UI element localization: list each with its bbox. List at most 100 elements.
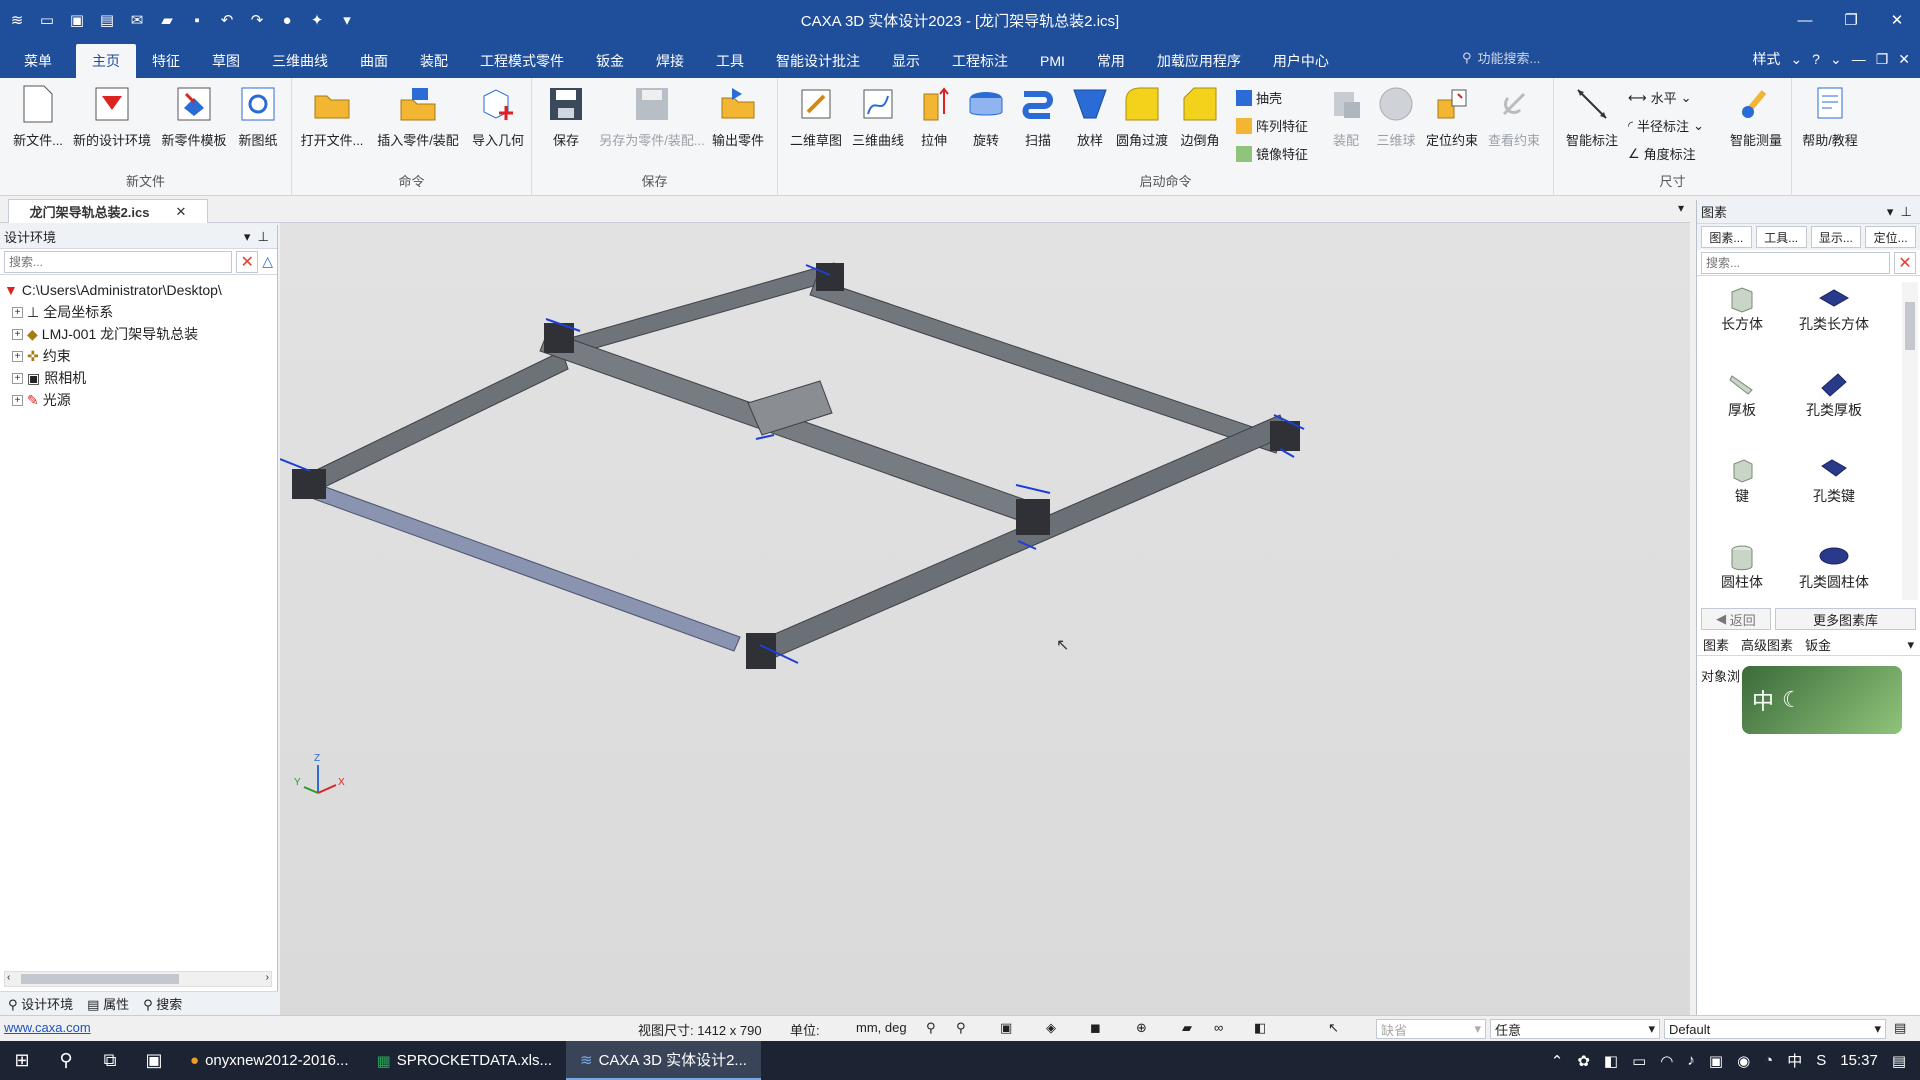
- tree-item-global-coords[interactable]: + ⊥ 全局坐标系: [4, 301, 273, 323]
- doc-tab-active[interactable]: 龙门架导轨总装2.ics ✕: [8, 199, 208, 223]
- view-cube-icon[interactable]: ▣: [1000, 1020, 1012, 1036]
- network-icon[interactable]: ◠: [1660, 1052, 1673, 1070]
- unit-value[interactable]: mm, deg: [856, 1020, 907, 1035]
- search-icon[interactable]: ⚲: [44, 1041, 88, 1080]
- tree-item-camera[interactable]: + ▣ 照相机: [4, 367, 273, 389]
- library-tool-button[interactable]: 工具...: [1755, 226, 1807, 248]
- battery-icon[interactable]: ▭: [1632, 1052, 1646, 1070]
- 2d-sketch-button[interactable]: 二维草图: [782, 84, 850, 149]
- qq-icon[interactable]: ◔: [1764, 1052, 1773, 1069]
- ribbon-minimize-icon[interactable]: —: [1852, 51, 1866, 67]
- expand-icon[interactable]: +: [12, 350, 23, 362]
- tab-3d-curve[interactable]: 三维曲线: [256, 44, 344, 78]
- tray-app-icon[interactable]: ◧: [1604, 1052, 1618, 1070]
- status-settings-icon[interactable]: ▤: [1894, 1020, 1906, 1036]
- pointer-mode-icon[interactable]: ↖: [1328, 1020, 1339, 1036]
- lib-item-box[interactable]: 长方体: [1697, 284, 1787, 334]
- doc-tabs-dropdown-icon[interactable]: ▾: [1678, 201, 1684, 215]
- magic-icon[interactable]: ✦: [306, 9, 328, 31]
- tab-search[interactable]: ⚲ 搜索: [143, 994, 182, 1013]
- ribbon-close-icon[interactable]: ✕: [1898, 51, 1910, 68]
- tab-sheet-metal-elements[interactable]: 钣金: [1805, 635, 1831, 654]
- tab-feature[interactable]: 特征: [136, 44, 196, 78]
- library-vertical-scrollbar[interactable]: [1902, 282, 1918, 600]
- 3d-viewport[interactable]: Z X Y ↖: [280, 223, 1690, 1015]
- task-view-icon[interactable]: ⧉: [88, 1041, 132, 1080]
- lib-item-hole-box[interactable]: 孔类长方体: [1789, 284, 1879, 334]
- scrollbar-thumb[interactable]: [21, 974, 179, 984]
- mirror-feature-button[interactable]: 镜像特征: [1236, 144, 1308, 163]
- ime-floating-widget[interactable]: 中 ☾: [1742, 666, 1902, 734]
- tab-design-env[interactable]: ⚲ 设计环境: [8, 994, 73, 1013]
- scroll-left-icon[interactable]: ‹: [7, 972, 10, 983]
- new-file-icon[interactable]: ▭: [36, 9, 58, 31]
- tray-app-icon[interactable]: ✿: [1577, 1052, 1590, 1070]
- selection-mode-select[interactable]: 任意 ▾: [1490, 1019, 1660, 1039]
- clock[interactable]: 15:37: [1840, 1052, 1878, 1069]
- tray-app-icon[interactable]: ▣: [1709, 1052, 1723, 1070]
- help-icon[interactable]: ?: [1812, 51, 1820, 67]
- new-file-button[interactable]: 新文件...: [4, 84, 72, 149]
- close-window-button[interactable]: ✕: [1874, 0, 1920, 40]
- save-icon[interactable]: ▪: [186, 9, 208, 31]
- lib-item-key[interactable]: 键: [1697, 456, 1787, 506]
- taskbar-app-excel[interactable]: ▦ SPROCKETDATA.xls...: [363, 1041, 566, 1080]
- tab-menu[interactable]: 菜单: [0, 44, 76, 78]
- more-libraries-button[interactable]: 更多图素库: [1775, 608, 1916, 630]
- minimize-button[interactable]: —: [1782, 0, 1828, 40]
- scroll-right-icon[interactable]: ›: [266, 972, 269, 983]
- filter-select[interactable]: 缺省 ▾: [1376, 1019, 1486, 1039]
- sphere-icon[interactable]: ●: [276, 9, 298, 31]
- save-as-part-button[interactable]: 另存为零件/装配...: [590, 84, 714, 149]
- tray-chevron-icon[interactable]: ⌃: [1551, 1052, 1564, 1070]
- library-tool-button[interactable]: 显示...: [1810, 226, 1862, 248]
- volume-icon[interactable]: ♪: [1687, 1052, 1695, 1069]
- tab-tools[interactable]: 工具: [700, 44, 760, 78]
- lib-item-hole-cylinder[interactable]: 孔类圆柱体: [1789, 542, 1879, 592]
- pin-icon[interactable]: ⊥: [1901, 204, 1912, 219]
- position-constraint-button[interactable]: 定位约束: [1418, 84, 1486, 149]
- tray-app-icon[interactable]: S: [1816, 1052, 1826, 1069]
- tab-surface[interactable]: 曲面: [344, 44, 404, 78]
- insert-part-button[interactable]: 插入零件/装配: [374, 84, 462, 149]
- lib-item-cylinder[interactable]: 圆柱体: [1697, 542, 1787, 592]
- lib-item-hole-key[interactable]: 孔类键: [1789, 456, 1879, 506]
- shell-button[interactable]: 抽壳: [1236, 88, 1282, 107]
- tree-root[interactable]: ▼ C:\Users\Administrator\Desktop\: [4, 279, 273, 301]
- tab-sheet-metal[interactable]: 钣金: [580, 44, 640, 78]
- back-button[interactable]: ◀ 返回: [1701, 608, 1771, 630]
- mail-icon[interactable]: ✉: [126, 9, 148, 31]
- ribbon-restore-icon[interactable]: ❐: [1876, 51, 1889, 68]
- radius-dimension-button[interactable]: ◜ 半径标注 ⌄: [1628, 116, 1704, 135]
- chevron-down-icon[interactable]: ⌄: [1830, 51, 1842, 68]
- chamfer-button[interactable]: 边倒角: [1166, 84, 1234, 149]
- wechat-icon[interactable]: ◉: [1737, 1052, 1750, 1070]
- clear-library-search-button[interactable]: ✕: [1894, 251, 1916, 274]
- restore-button[interactable]: ❐: [1828, 0, 1874, 40]
- expand-icon[interactable]: +: [12, 394, 23, 406]
- tab-welding[interactable]: 焊接: [640, 44, 700, 78]
- pattern-feature-button[interactable]: 阵列特征: [1236, 116, 1308, 135]
- tab-properties[interactable]: ▤ 属性: [87, 994, 129, 1013]
- tree-search-input[interactable]: [4, 250, 233, 273]
- app-logo-icon[interactable]: ≋: [6, 9, 28, 31]
- smart-measure-button[interactable]: 智能测量: [1722, 84, 1790, 149]
- orientation-icon[interactable]: ◈: [1046, 1020, 1056, 1036]
- dropdown-icon[interactable]: ▾: [244, 229, 251, 244]
- render-mode-icon[interactable]: ◼: [1090, 1020, 1101, 1036]
- clear-search-button[interactable]: ✕: [236, 250, 259, 273]
- tab-engineering-dimension[interactable]: 工程标注: [936, 44, 1024, 78]
- filter-icon[interactable]: △: [262, 253, 273, 270]
- glasses-icon[interactable]: ∞: [1214, 1020, 1223, 1035]
- gantry-model[interactable]: [280, 223, 1690, 1015]
- zoom-out-icon[interactable]: ⚲: [956, 1020, 966, 1036]
- tree-item-assembly[interactable]: + ◆ LMJ-001 龙门架导轨总装: [4, 323, 273, 345]
- ime-indicator[interactable]: 中: [1787, 1050, 1802, 1071]
- tab-pmi[interactable]: PMI: [1024, 44, 1081, 78]
- tab-assembly[interactable]: 装配: [404, 44, 464, 78]
- system-app-icon[interactable]: ▣: [132, 1041, 176, 1080]
- lib-item-hole-plate[interactable]: 孔类厚板: [1789, 370, 1879, 420]
- tree-item-constraints[interactable]: + ✜ 约束: [4, 345, 273, 367]
- sketch-mode-icon[interactable]: ▰: [1182, 1020, 1192, 1036]
- zoom-icon[interactable]: ⚲: [926, 1020, 936, 1036]
